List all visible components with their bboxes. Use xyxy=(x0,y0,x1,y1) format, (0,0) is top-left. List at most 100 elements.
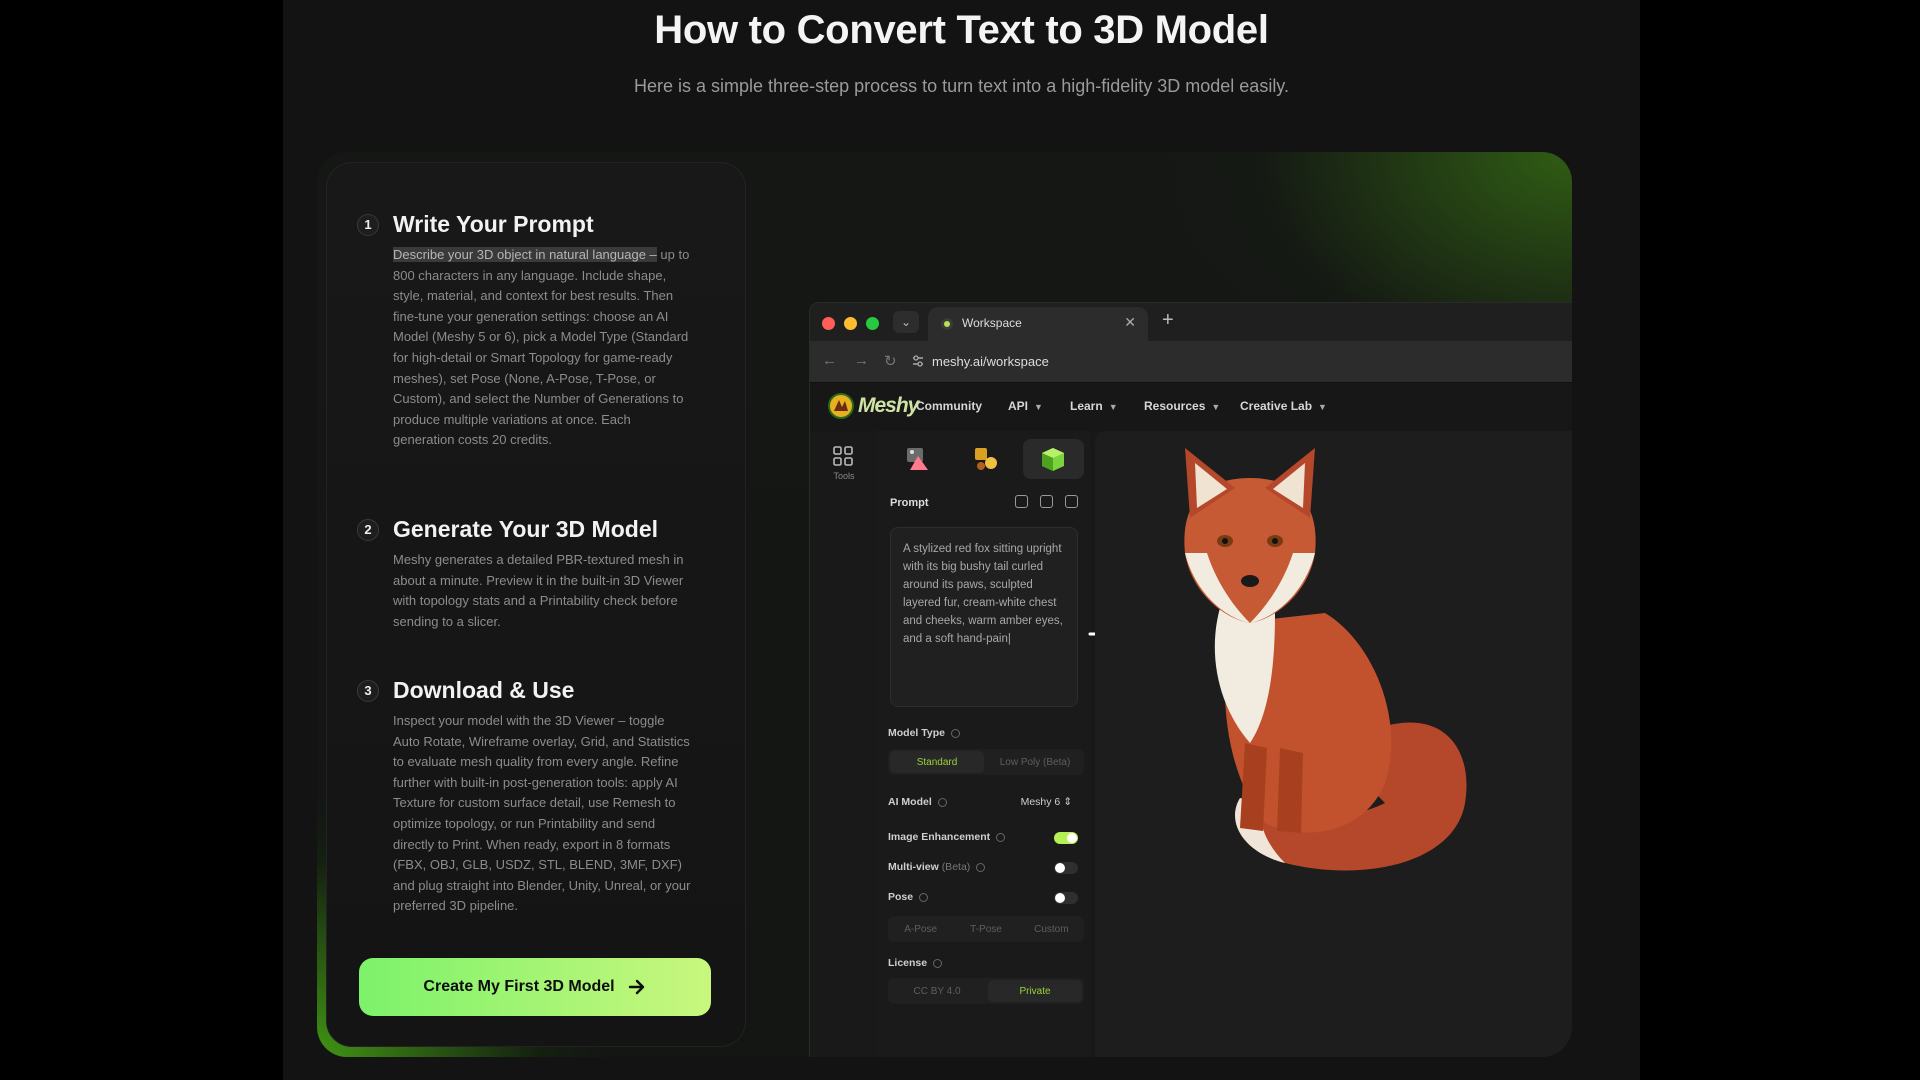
step-title: Write Your Prompt xyxy=(393,211,594,237)
info-icon[interactable] xyxy=(950,728,960,738)
settings-panel: Prompt A stylized red fox sitting uprigh… xyxy=(878,431,1090,1057)
step-description: Describe your 3D object in natural langu… xyxy=(393,245,693,451)
favicon-icon xyxy=(941,318,953,330)
ai-model-label: AI Model xyxy=(888,796,947,808)
license-label: License xyxy=(888,957,943,969)
steps-panel: 1 Write Your Prompt Describe your 3D obj… xyxy=(326,162,746,1047)
page-title: How to Convert Text to 3D Model xyxy=(654,8,1269,52)
reload-icon[interactable]: ↻ xyxy=(884,352,897,370)
step-title: Generate Your 3D Model xyxy=(393,516,658,542)
create-model-button-label: Create My First 3D Model xyxy=(423,978,615,995)
license-cc-by[interactable]: CC BY 4.0 xyxy=(890,980,984,1002)
tab-list-chevron-icon[interactable]: ⌄ xyxy=(893,311,919,333)
highlighted-text: Describe your 3D object in natural langu… xyxy=(393,247,657,262)
nav-label: Creative Lab xyxy=(1240,399,1313,413)
pose-toggle[interactable] xyxy=(1054,892,1078,904)
nav-api[interactable]: API ▼ xyxy=(1008,399,1043,413)
pose-t-pose[interactable]: T-Pose xyxy=(955,918,1016,940)
image-enhancement-label: Image Enhancement xyxy=(888,831,1006,843)
license-selector: CC BY 4.0 Private xyxy=(888,978,1084,1004)
fox-model-image xyxy=(1184,448,1467,871)
close-tab-icon[interactable]: ✕ xyxy=(1124,314,1136,331)
page: How to Convert Text to 3D Model Here is … xyxy=(283,0,1640,1080)
mode-selector xyxy=(888,439,1084,479)
step-number: 2 xyxy=(357,519,379,541)
arrow-right-icon xyxy=(628,979,644,995)
nav-label: Community xyxy=(916,399,982,413)
model-type-selector: Standard Low Poly (Beta) xyxy=(888,749,1084,775)
caret-down-icon: ▼ xyxy=(1318,402,1327,412)
field-label-text: AI Model xyxy=(888,796,932,808)
image-enhancement-toggle[interactable] xyxy=(1054,832,1078,844)
info-icon[interactable] xyxy=(933,958,943,968)
field-label-text: Image Enhancement xyxy=(888,831,991,843)
multi-view-toggle[interactable] xyxy=(1054,862,1078,874)
clear-icon[interactable] xyxy=(1065,495,1078,508)
prompt-label: Prompt xyxy=(890,497,929,509)
step-description: Meshy generates a detailed PBR-textured … xyxy=(393,552,684,629)
multi-view-label: Multi-view (Beta) xyxy=(888,861,986,873)
ai-model-select[interactable]: Meshy 6 ⇕ xyxy=(1021,796,1072,808)
step-number: 1 xyxy=(357,214,379,236)
step-number: 3 xyxy=(357,680,379,702)
model-type-label: Model Type xyxy=(888,727,960,739)
prompt-textarea[interactable]: A stylized red fox sitting upright with … xyxy=(890,527,1078,707)
tab-title: Workspace xyxy=(962,316,1022,330)
pose-custom[interactable]: Custom xyxy=(1021,918,1082,940)
model-type-low-poly[interactable]: Low Poly (Beta) xyxy=(988,751,1082,773)
create-model-button[interactable]: Create My First 3D Model xyxy=(359,958,711,1016)
caret-down-icon: ▼ xyxy=(1034,402,1043,412)
info-icon[interactable] xyxy=(919,892,929,902)
caret-down-icon: ▼ xyxy=(1108,402,1118,412)
mode-image-to-3d[interactable] xyxy=(888,439,949,479)
meshy-logo[interactable]: Meshy xyxy=(828,393,919,419)
model-type-standard[interactable]: Standard xyxy=(890,751,984,773)
maximize-window-dot[interactable] xyxy=(866,317,879,330)
app-navbar: Meshy Community API ▼ Learn ▼ Resources ▼ C… xyxy=(810,383,1572,431)
info-icon[interactable] xyxy=(976,862,986,872)
url-text[interactable]: meshy.ai/workspace xyxy=(932,354,1049,369)
field-label-text: Multi-view xyxy=(888,861,939,873)
select-arrows-icon: ⇕ xyxy=(1063,796,1072,808)
info-icon[interactable] xyxy=(996,832,1006,842)
pose-a-pose[interactable]: A-Pose xyxy=(890,918,951,940)
nav-resources[interactable]: Resources ▼ xyxy=(1144,399,1220,413)
close-window-dot[interactable] xyxy=(822,317,835,330)
back-icon[interactable]: ← xyxy=(822,352,837,369)
nav-community[interactable]: Community xyxy=(916,399,982,413)
nav-label: Resources xyxy=(1144,399,1206,413)
image-shapes-icon xyxy=(906,448,928,470)
browser-tab[interactable]: Workspace ✕ xyxy=(928,307,1148,341)
beta-tag: (Beta) xyxy=(941,861,971,873)
address-bar: ← → ↻ meshy.ai/workspace xyxy=(810,341,1572,383)
field-label-text: Pose xyxy=(888,891,914,903)
grid-icon[interactable] xyxy=(832,445,854,467)
meshy-logo-icon xyxy=(828,393,854,419)
model-viewport[interactable] xyxy=(1095,431,1572,1057)
tools-rail: Tools xyxy=(810,431,878,1057)
info-icon[interactable] xyxy=(937,797,947,807)
license-private[interactable]: Private xyxy=(988,980,1082,1002)
prompt-tools xyxy=(1015,495,1078,508)
minimize-window-dot[interactable] xyxy=(844,317,857,330)
field-label-text: License xyxy=(888,957,928,969)
shapes-icon xyxy=(974,448,997,470)
nav-creative-lab[interactable]: Creative Lab ▼ xyxy=(1240,399,1327,413)
logo-text: Meshy xyxy=(858,394,919,417)
nav-label: API xyxy=(1008,399,1029,413)
showcase-card: 1 Write Your Prompt Describe your 3D obj… xyxy=(317,152,1572,1057)
translate-icon[interactable] xyxy=(1015,495,1028,508)
nav-learn[interactable]: Learn ▼ xyxy=(1070,399,1118,413)
inspire-icon[interactable] xyxy=(1040,495,1053,508)
mode-multi-object[interactable] xyxy=(955,439,1016,479)
step-title: Download & Use xyxy=(393,677,575,703)
site-settings-icon[interactable] xyxy=(910,353,926,369)
rail-label: Tools xyxy=(833,471,855,481)
forward-icon[interactable]: → xyxy=(854,352,869,369)
new-tab-icon[interactable]: + xyxy=(1162,309,1174,332)
page-subtitle: Here is a simple three-step process to t… xyxy=(634,76,1289,96)
pose-selector: A-Pose T-Pose Custom xyxy=(888,916,1084,942)
cube-icon xyxy=(1042,448,1065,471)
browser-tab-bar: ⌄ Workspace ✕ + xyxy=(810,303,1572,341)
mode-text-to-3d[interactable] xyxy=(1022,439,1084,479)
